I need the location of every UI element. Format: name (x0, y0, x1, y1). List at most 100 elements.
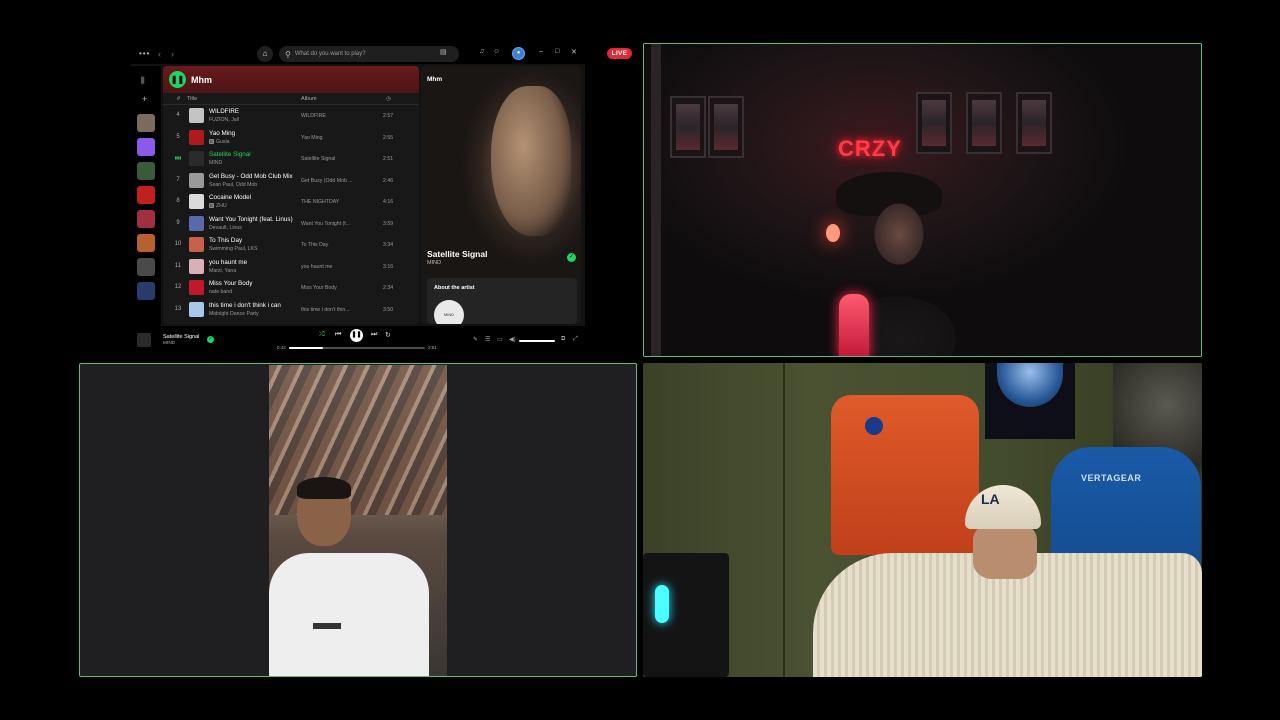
library-item[interactable] (137, 138, 155, 156)
track-title[interactable]: Want You Tonight (feat. Linus) (209, 216, 293, 223)
track-artist-name[interactable]: Devault, Linus (209, 225, 242, 231)
track-row[interactable]: 13 this time i don't think i can Midnight … (163, 299, 419, 321)
track-row[interactable]: 11 you haunt me Marzi, Yana you haunt me 3:1… (163, 256, 419, 278)
fullscreen-icon[interactable]: ⤢ (573, 336, 578, 343)
track-row[interactable]: 4 WILDFIRE FUZION, Jall WILDFIRE 2:57 (163, 105, 419, 127)
track-album[interactable]: Get Busy (Odd Mob ... (301, 178, 353, 184)
track-album[interactable]: Yao Ming (301, 135, 323, 141)
shuffle-icon[interactable]: ⤮ (319, 331, 325, 339)
lyrics-icon[interactable]: ✎ (473, 336, 478, 343)
volume-icon[interactable]: ◀) (509, 336, 516, 343)
library-icon[interactable]: ⫼ (141, 76, 145, 86)
track-title[interactable]: To This Day (209, 237, 242, 244)
track-artist[interactable]: FUZION, Jall (209, 117, 239, 123)
repeat-icon[interactable]: ↻ (385, 331, 391, 339)
track-row[interactable]: 5 Yao Ming E Gusla Yao Ming 2:55 (163, 127, 419, 149)
devices-icon[interactable]: ▭ (497, 336, 503, 343)
track-row[interactable]: 10 To This Day Swimming Paul, LKS To This D… (163, 234, 419, 256)
track-title[interactable]: this time i don't think i can (209, 302, 281, 309)
track-artist-name[interactable]: Gusla (216, 139, 230, 145)
track-title[interactable]: Miss Your Body (209, 280, 252, 287)
clock-icon[interactable]: ◷ (386, 96, 391, 102)
now-playing-track-artist[interactable]: MIND (427, 260, 441, 266)
track-row[interactable]: 7 Get Busy - Odd Mob Club Mix Sean Paul, O… (163, 170, 419, 192)
player-saved-check-icon[interactable]: ✓ (207, 336, 214, 343)
track-artist[interactable]: Midnight Dance Party (209, 311, 259, 317)
library-item[interactable] (137, 258, 155, 276)
miniplayer-icon[interactable]: ⧉ (561, 336, 565, 343)
avatar[interactable]: ● (512, 47, 525, 60)
menu-dots-icon[interactable]: ••• (139, 49, 150, 58)
saved-check-icon[interactable]: ✓ (567, 253, 576, 262)
track-artist[interactable]: E ZHU (209, 203, 227, 209)
track-title[interactable]: Get Busy - Odd Mob Club Mix (209, 173, 293, 180)
track-row[interactable]: 12 Miss Your Body nate band Miss Your Body 2… (163, 277, 419, 299)
now-playing-track-title[interactable]: Satellite Signal (427, 249, 487, 259)
track-artist-name[interactable]: ZHU (216, 203, 227, 209)
track-album[interactable]: Satellite Signal (301, 156, 335, 162)
library-item[interactable] (137, 210, 155, 228)
track-artist[interactable]: E Gusla (209, 138, 230, 145)
volume-slider[interactable] (519, 340, 555, 342)
track-artist[interactable]: Marzi, Yana (209, 268, 236, 274)
add-icon[interactable]: + (142, 94, 147, 104)
track-album[interactable]: THE NIGHTDAY (301, 199, 339, 205)
track-number: 13 (174, 305, 182, 312)
track-title[interactable]: Yao Ming (209, 130, 235, 137)
track-album[interactable]: Want You Tonight (f... (301, 221, 350, 227)
maximize-icon[interactable]: □ (555, 48, 559, 55)
track-artist-name[interactable]: Sean Paul, Odd Mob (209, 182, 257, 188)
back-arrow-icon[interactable]: ‹ (158, 49, 161, 59)
queue-icon[interactable]: ☰ (485, 336, 490, 343)
track-album[interactable]: you haunt me (301, 264, 332, 270)
track-title[interactable]: Satellite Signal (209, 151, 251, 158)
track-artist-name[interactable]: nate band (209, 289, 232, 295)
previous-icon[interactable]: ⏮ (335, 331, 341, 339)
track-title[interactable]: WILDFIRE (209, 108, 239, 115)
progress-bar[interactable] (289, 347, 425, 349)
track-artist[interactable]: Devault, Linus (209, 225, 242, 231)
track-artist[interactable]: Swimming Paul, LKS (209, 246, 257, 252)
now-playing-art[interactable] (137, 333, 151, 347)
track-album[interactable]: this time i don't thin... (301, 307, 350, 313)
track-list: 4 WILDFIRE FUZION, Jall WILDFIRE 2:57 5 Yao Mi… (163, 105, 419, 320)
track-title[interactable]: you haunt me (209, 259, 247, 266)
track-artist-name[interactable]: Marzi, Yana (209, 268, 236, 274)
track-row[interactable]: 9 Want You Tonight (feat. Linus) Devault, … (163, 213, 419, 235)
bell-icon[interactable]: ♫ (479, 48, 484, 55)
track-title[interactable]: Cocaine Model (209, 194, 251, 201)
track-row[interactable]: ▮▮▮ Satellite Signal MIND Satellite Signal 2… (163, 148, 419, 170)
library-item[interactable] (137, 282, 155, 300)
about-artist-card[interactable]: About the artist MIND (427, 278, 577, 324)
forward-arrow-icon[interactable]: › (171, 49, 174, 59)
library-item[interactable] (137, 234, 155, 252)
track-album[interactable]: To This Day (301, 242, 328, 248)
library-item[interactable] (137, 114, 155, 132)
minimize-icon[interactable]: – (539, 48, 543, 55)
next-icon[interactable]: ⏭ (371, 331, 377, 339)
library-item[interactable] (137, 162, 155, 180)
track-artist-name[interactable]: Midnight Dance Party (209, 311, 259, 317)
search-input[interactable]: ⚲ What do you want to play? (279, 46, 459, 62)
track-row[interactable]: 8 Cocaine Model E ZHU THE NIGHTDAY 4:16 (163, 191, 419, 213)
track-artist[interactable]: Sean Paul, Odd Mob (209, 182, 257, 188)
track-artist-name[interactable]: Swimming Paul, LKS (209, 246, 257, 252)
column-album[interactable]: Album (301, 96, 317, 102)
friends-icon[interactable]: ☺ (493, 48, 500, 55)
close-icon[interactable]: ✕ (571, 48, 577, 56)
home-icon[interactable]: ⌂ (257, 46, 273, 62)
track-artist[interactable]: nate band (209, 289, 232, 295)
track-artist-name[interactable]: FUZION, Jall (209, 117, 239, 123)
player-track-artist[interactable]: MIND (163, 341, 175, 346)
track-artist[interactable]: MIND (209, 160, 222, 166)
player-pause-button[interactable]: ❚❚ (350, 329, 363, 342)
column-title[interactable]: Title (187, 96, 197, 102)
player-track-title[interactable]: Satellite Signal (163, 334, 199, 340)
track-album[interactable]: Miss Your Body (301, 285, 337, 291)
browse-icon[interactable]: ▤ (440, 48, 447, 56)
library-item[interactable] (137, 186, 155, 204)
play-pause-button[interactable]: ❚❚ (169, 71, 186, 88)
track-album[interactable]: WILDFIRE (301, 113, 326, 119)
cap-logo: LA (981, 491, 1000, 507)
track-artist-name[interactable]: MIND (209, 160, 222, 166)
